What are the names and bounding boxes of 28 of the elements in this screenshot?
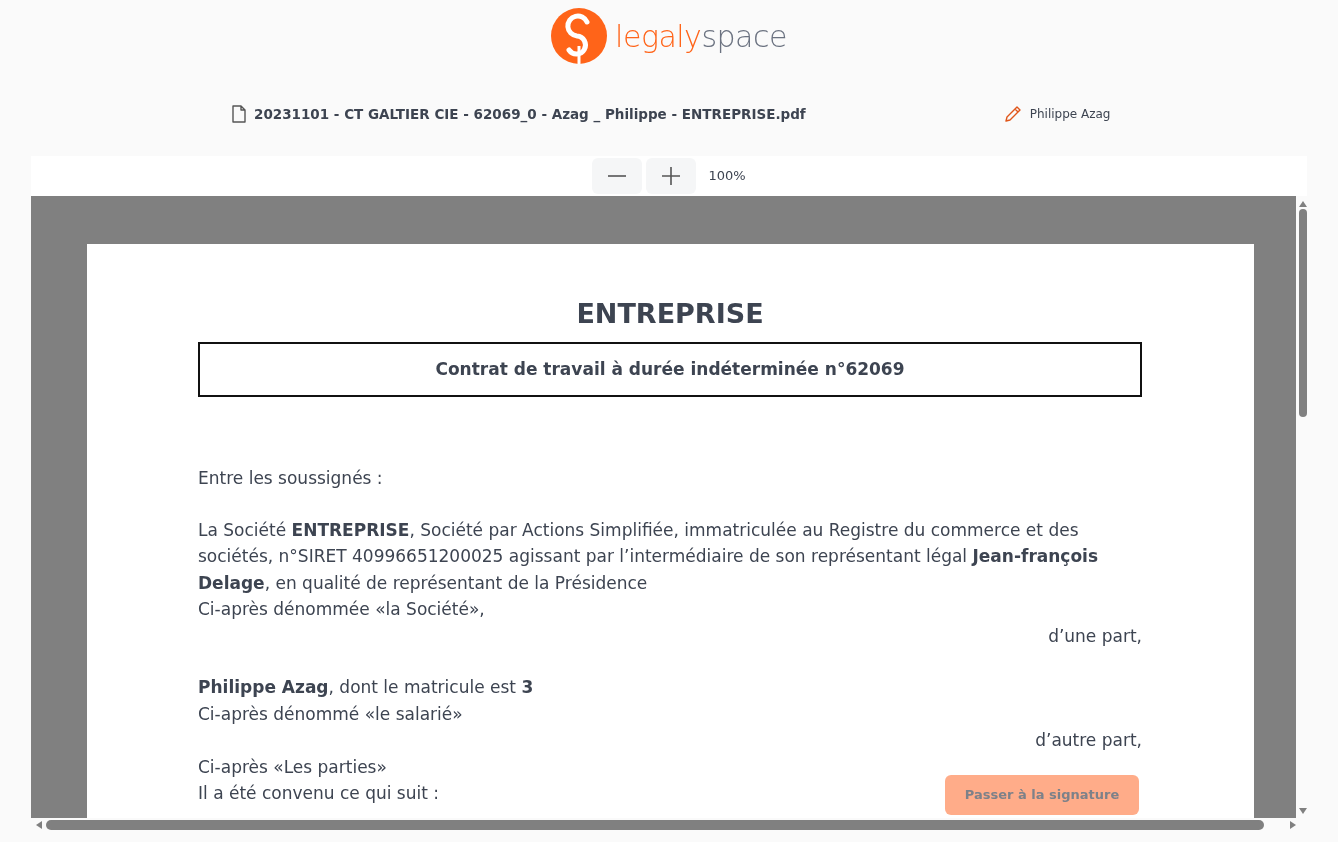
logo-icon [551, 8, 608, 64]
scroll-right-icon[interactable] [1290, 821, 1296, 829]
scrollbar-thumb[interactable] [46, 820, 1264, 830]
scroll-left-icon[interactable] [36, 821, 42, 829]
paragraph: Philippe Azag, dont le matricule est 3 [198, 676, 534, 699]
minus-icon [608, 175, 627, 177]
zoom-level: 100% [708, 167, 746, 186]
contract-title: Contrat de travail à durée indéterminée n°62069 [198, 342, 1142, 397]
paragraph: d’autre part, [1035, 729, 1142, 752]
document-icon [232, 105, 246, 123]
paragraph: Ci-après dénommé «le salarié» [198, 702, 463, 726]
sign-button[interactable]: Passer à la signature [945, 775, 1139, 815]
signer-name: Philippe Azag [1029, 106, 1111, 123]
paragraph: d’une part, [1048, 624, 1142, 648]
zoom-in-button[interactable] [646, 158, 697, 194]
pencil-icon [1003, 105, 1022, 123]
paragraph: Entre les soussignés : [198, 467, 383, 490]
file-name: 20231101 - CT GALTIER CIE - 62069_0 - Azag _ Philippe - ENTREPRISE.pdf [254, 104, 806, 125]
paragraph: La Société ENTREPRISE, Société par Actions Simplifiée, immatriculée au Registre du commerce et des sociétés, n°SIRET 40996651200025 agissant par l’intermédiaire de son représentant légal Jean-françois Delage, en qualité de représentant de la Présidence [198, 518, 1100, 595]
scroll-down-icon[interactable] [1299, 808, 1307, 814]
paragraph: Ci-après dénommée «la Société», [198, 598, 485, 621]
plus-icon [662, 167, 681, 185]
scrollbar-thumb[interactable] [1299, 209, 1307, 417]
paragraph: Il a été convenu ce qui suit : [198, 782, 439, 805]
logo-wordmark: legalyspace [615, 17, 787, 56]
paragraph: Ci-après «Les parties» [198, 755, 387, 779]
scroll-up-icon[interactable] [1299, 201, 1307, 207]
document-title: ENTREPRISE [575, 297, 765, 331]
